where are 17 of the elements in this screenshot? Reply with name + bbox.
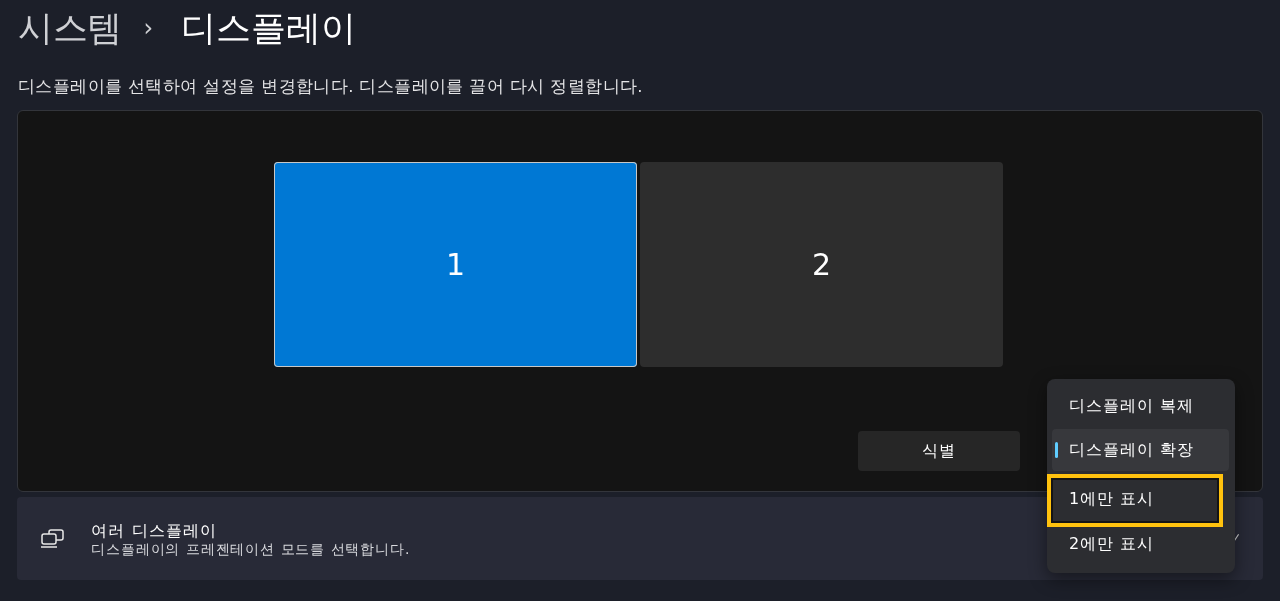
option-label: 2에만 표시 — [1069, 534, 1155, 554]
display-tile[interactable]: 2 — [640, 162, 1003, 367]
page-title: 디스플레이 — [181, 7, 357, 50]
setting-description: 디스플레이의 프레젠테이션 모드를 선택합니다. — [91, 540, 411, 558]
chevron-icon[interactable] — [1234, 534, 1239, 541]
option-label: 디스플레이 복제 — [1069, 396, 1195, 416]
menu-option[interactable]: 1에만 표시 — [1047, 474, 1223, 527]
multiple-displays-icon — [40, 529, 65, 548]
menu-option[interactable]: 디스플레이 복제 — [1052, 385, 1229, 427]
menu-option[interactable]: 디스플레이 확장 — [1052, 429, 1229, 471]
option-label: 디스플레이 확장 — [1069, 440, 1195, 460]
setting-title: 여러 디스플레이 — [91, 520, 219, 541]
breadcrumb-parent[interactable]: 시스템 — [17, 6, 122, 50]
identify-button[interactable]: 식별 — [858, 431, 1020, 471]
description-text: 디스플레이를 선택하여 설정을 변경합니다. 디스플레이를 끌어 다시 정렬합니다. — [18, 77, 644, 97]
display-tile[interactable]: 1 — [274, 162, 637, 367]
breadcrumb-separator: › — [143, 13, 154, 44]
